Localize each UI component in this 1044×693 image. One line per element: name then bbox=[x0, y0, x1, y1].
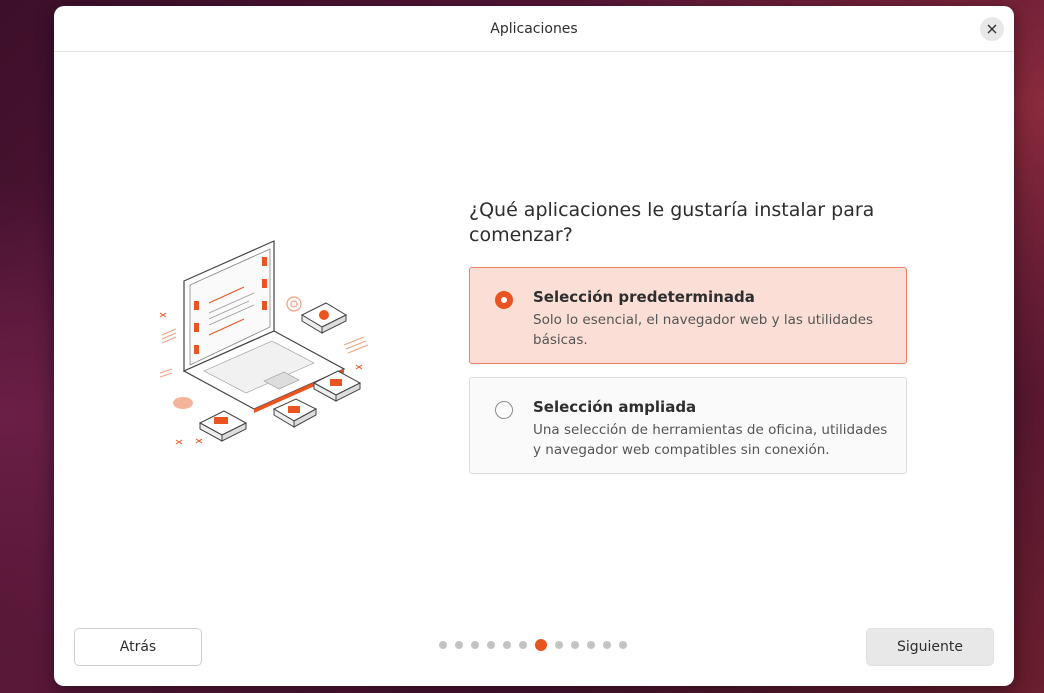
back-button[interactable]: Atrás bbox=[74, 628, 202, 666]
laptop-apps-illustration bbox=[159, 240, 369, 445]
progress-dot bbox=[587, 641, 595, 649]
progress-dot bbox=[519, 641, 527, 649]
progress-dot-active bbox=[535, 639, 547, 651]
option-title: Selección predeterminada bbox=[533, 288, 755, 306]
titlebar: Aplicaciones bbox=[54, 6, 1014, 52]
progress-dot bbox=[571, 641, 579, 649]
radio-extended-unselected[interactable] bbox=[495, 401, 513, 419]
option-description: Una selección de herramientas de oficina… bbox=[533, 422, 888, 458]
option-extended-selection[interactable]: Selección ampliada Una selección de herr… bbox=[469, 377, 907, 474]
option-default-selection[interactable]: Selección predeterminada Solo lo esencia… bbox=[469, 267, 907, 364]
progress-dot bbox=[603, 641, 611, 649]
progress-dot bbox=[503, 641, 511, 649]
next-button[interactable]: Siguiente bbox=[866, 628, 994, 666]
question-heading: ¿Qué aplicaciones le gustaría instalar p… bbox=[469, 199, 875, 246]
close-button[interactable] bbox=[980, 17, 1004, 41]
radio-default-selected[interactable] bbox=[495, 291, 513, 309]
option-description: Solo lo esencial, el navegador web y las… bbox=[533, 312, 874, 348]
progress-dots bbox=[439, 639, 627, 651]
progress-dot bbox=[555, 641, 563, 649]
close-icon bbox=[987, 24, 997, 34]
progress-dot bbox=[455, 641, 463, 649]
progress-dot bbox=[471, 641, 479, 649]
installer-window: Aplicaciones ¿Qué aplicaciones le gustar… bbox=[54, 6, 1014, 686]
window-title: Aplicaciones bbox=[490, 20, 578, 37]
progress-dot bbox=[487, 641, 495, 649]
option-title: Selección ampliada bbox=[533, 398, 697, 416]
progress-dot bbox=[619, 641, 627, 649]
progress-dot bbox=[439, 641, 447, 649]
